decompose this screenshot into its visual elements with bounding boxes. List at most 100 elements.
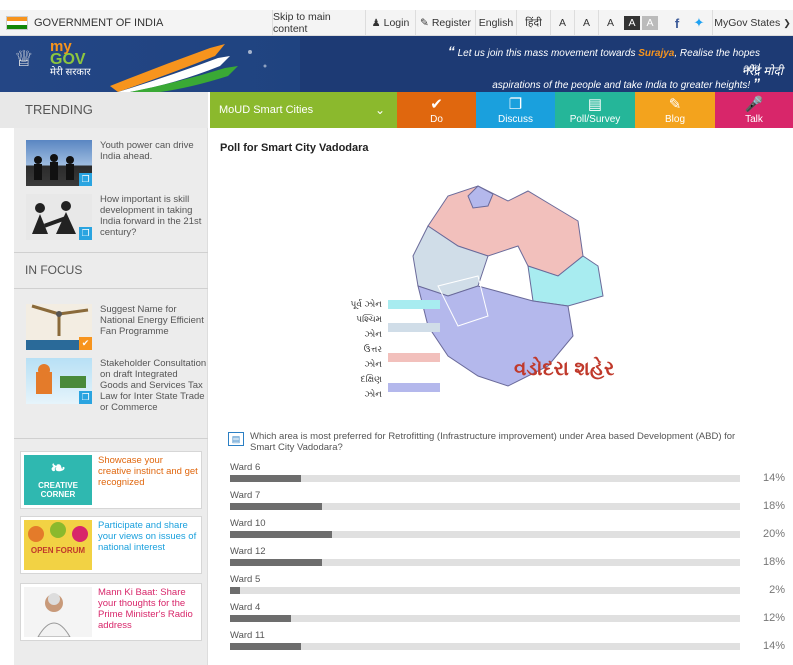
legend-swatch: [388, 300, 440, 309]
result-percent: 12%: [762, 612, 785, 624]
skip-label: Skip to main content: [273, 11, 331, 35]
quote-text-1: Let us join this mass movement towards: [457, 48, 639, 59]
user-icon: ♟: [371, 17, 381, 29]
ward-label: Ward 7: [230, 490, 261, 501]
result-bar-track: [230, 559, 740, 566]
logo-gov: GOV: [50, 51, 86, 68]
creative-corner-card[interactable]: ❧ CREATIVE CORNER Showcase your creative…: [20, 451, 202, 509]
chevron-down-icon: ⌄: [374, 103, 385, 117]
skip-to-main-link[interactable]: Skip to main content: [272, 10, 365, 36]
question-text: Which area is most preferred for Retrofi…: [250, 431, 736, 453]
result-percent: 20%: [762, 528, 785, 540]
page: { "topbar":{"gov":"GOVERNMENT OF INDIA",…: [0, 0, 793, 665]
trending-text: Youth power can drive India ahead.: [100, 140, 194, 162]
result-row: Ward 11 14%: [230, 630, 785, 658]
trending-item[interactable]: ❐ How important is skill development in …: [26, 194, 207, 240]
register-link[interactable]: ✎ Register: [415, 10, 475, 36]
discuss-icon: ❐: [508, 96, 523, 113]
infocus-heading: IN FOCUS: [25, 263, 83, 277]
legend-item: ઉત્તર ઝોન: [346, 342, 440, 372]
legend-label: ઉત્તર ઝોન: [363, 344, 382, 369]
mygov-states-dropdown[interactable]: MyGov States ❯: [712, 10, 792, 36]
result-bar-fill: [230, 531, 332, 538]
nav-poll-button[interactable]: ▤ Poll/Survey: [555, 92, 635, 128]
pencil-icon: ✎: [420, 17, 429, 29]
pencil-icon: ✎: [668, 96, 682, 113]
ward-label: Ward 12: [230, 546, 266, 557]
logo-hindi: मेरी सरकार: [50, 67, 91, 78]
discuss-badge-icon: ❐: [79, 173, 92, 186]
card-text: Mann Ki Baat: Share your thoughts for th…: [98, 587, 193, 631]
nav-row: TRENDING MoUD Smart Cities ⌄ ✔ Do ❐ Discuss…: [0, 92, 793, 128]
facebook-icon[interactable]: f: [666, 10, 688, 36]
font-label: A: [606, 17, 614, 29]
map-title: વડોદરા શહેર: [514, 358, 615, 380]
font-decrease-button[interactable]: A: [550, 10, 574, 36]
discuss-label: Discuss: [497, 114, 533, 125]
nav-blog-button[interactable]: ✎ Blog: [635, 92, 715, 128]
infocus-thumbnail: ❐: [26, 358, 92, 404]
result-percent: 2%: [769, 584, 785, 596]
divider: [14, 288, 208, 289]
ward-label: Ward 6: [230, 462, 261, 473]
trending-item[interactable]: ❐ Youth power can drive India ahead.: [26, 140, 207, 186]
light-contrast-button[interactable]: A: [642, 16, 658, 30]
english-link[interactable]: English: [475, 10, 516, 36]
hindi-link[interactable]: हिंदी: [516, 10, 550, 36]
mann-ki-baat-card[interactable]: Mann Ki Baat: Share your thoughts for th…: [20, 583, 202, 641]
government-of-india[interactable]: GOVERNMENT OF INDIA: [6, 10, 163, 36]
nav-discuss-button[interactable]: ❐ Discuss: [476, 92, 555, 128]
header-banner: ♕ my GOV मेरी सरकार “ Let us join this m…: [0, 36, 793, 92]
legend-item: દક્ષિણ ઝોન: [346, 372, 440, 402]
dark-contrast-button[interactable]: A: [624, 16, 640, 30]
do-label: Do: [430, 114, 443, 125]
result-row: Ward 6 14%: [230, 462, 785, 490]
twitter-icon[interactable]: ✦: [688, 10, 710, 36]
result-row: Ward 5 2%: [230, 574, 785, 602]
map-zones: [412, 185, 604, 387]
poll-label: Poll/Survey: [569, 114, 621, 125]
result-bar-track: [230, 531, 740, 538]
result-row: Ward 7 18%: [230, 490, 785, 518]
legend-swatch: [388, 322, 440, 332]
font-label: A: [582, 17, 590, 29]
card-text: Showcase your creative instinct and get …: [98, 455, 198, 488]
result-row: Ward 12 18%: [230, 546, 785, 574]
card-text: Participate and share your views on issu…: [98, 520, 197, 553]
blog-label: Blog: [664, 114, 685, 125]
result-bar-fill: [230, 475, 302, 482]
nav-talk-button[interactable]: 🎤 Talk: [715, 92, 793, 128]
font-increase-button[interactable]: A: [598, 10, 622, 36]
ward-label: Ward 11: [230, 630, 265, 641]
microphone-icon: 🎤: [744, 96, 764, 113]
check-icon: ✔: [430, 96, 443, 113]
creative-corner-image: ❧ CREATIVE CORNER: [24, 455, 92, 505]
login-link[interactable]: ♟ Login: [365, 10, 415, 36]
infocus-thumbnail: ✔: [26, 304, 92, 350]
legend-swatch: [388, 352, 440, 362]
hindi-label: हिंदी: [525, 17, 542, 29]
result-bar-track: [230, 587, 740, 594]
trending-text: How important is skill development in ta…: [100, 194, 202, 238]
font-normal-button[interactable]: A: [574, 10, 598, 36]
result-row: Ward 4 12%: [230, 602, 785, 630]
map-legend: પૂર્વ ઝોન પશ્ચિમ ઝોન ઉત્તર ઝોન દક્ષિણ ઝો…: [346, 297, 440, 402]
tricolor-swoosh: [110, 44, 267, 92]
infocus-item[interactable]: ❐ Stakeholder Consultation on draft Inte…: [26, 358, 207, 413]
result-percent: 14%: [762, 640, 785, 652]
legend-label: દક્ષિણ ઝોન: [360, 374, 382, 399]
nav-do-button[interactable]: ✔ Do: [397, 92, 476, 128]
page-title: Poll for Smart City Vadodara: [220, 142, 369, 154]
mygov-logo[interactable]: my GOV मेरी सरकार: [50, 39, 91, 79]
trending-heading: TRENDING: [0, 92, 208, 128]
card-image-label: OPEN FORUM: [30, 546, 86, 555]
group-dropdown[interactable]: MoUD Smart Cities ⌄: [210, 92, 397, 128]
infocus-item[interactable]: ✔ Suggest Name for National Energy Effic…: [26, 304, 207, 350]
contrast-label: A: [646, 17, 654, 29]
sidebar: ❐ Youth power can drive India ahead. ❐ H…: [14, 128, 208, 665]
contrast-label: A: [628, 17, 636, 29]
quote-open-icon: “: [447, 43, 455, 59]
main-content: Poll for Smart City Vadodara પૂર્વ ઝોન પ…: [218, 128, 793, 665]
result-row: Ward 10 20%: [230, 518, 785, 546]
open-forum-card[interactable]: OPEN FORUM Participate and share your vi…: [20, 516, 202, 574]
